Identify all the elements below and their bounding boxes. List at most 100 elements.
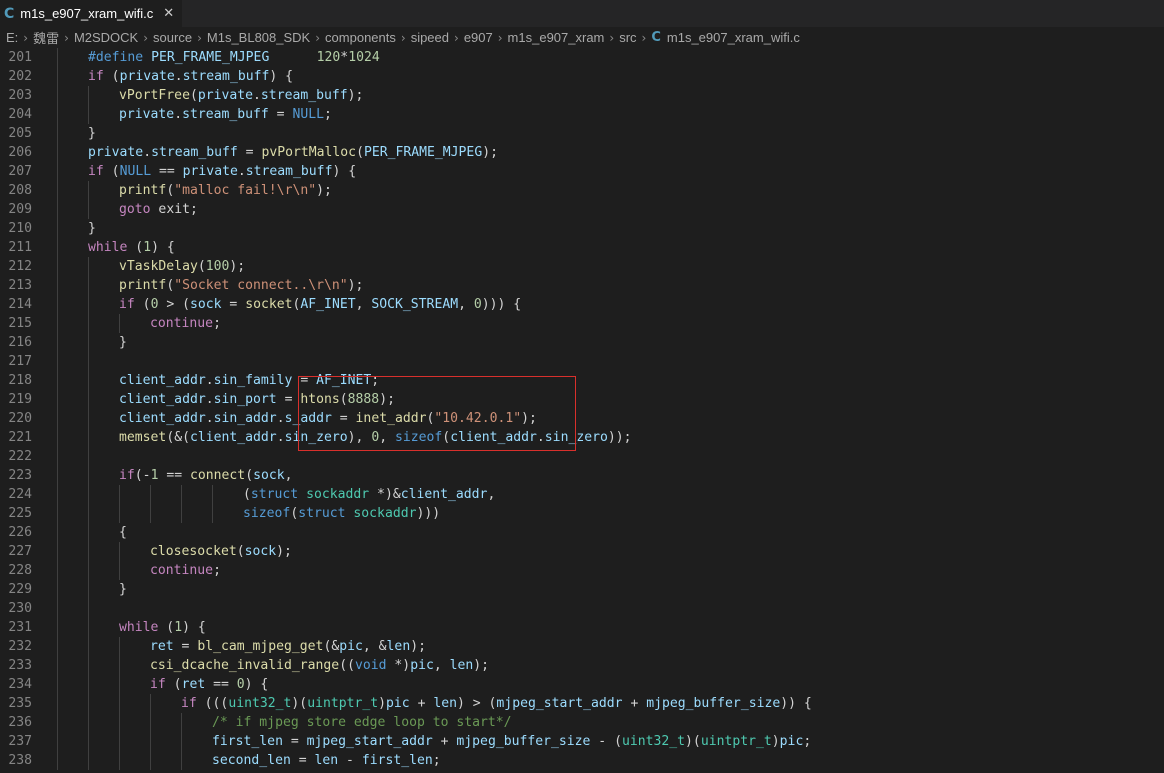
indent-guide — [88, 371, 89, 390]
code-token: } — [119, 335, 127, 350]
indent-guide — [150, 694, 151, 713]
code-line[interactable]: 204 private.stream_buff = NULL; — [0, 105, 1164, 124]
code-token: , & — [362, 639, 387, 654]
code-token: == — [151, 164, 183, 179]
code-token: ; — [432, 753, 441, 768]
code-token: - ( — [590, 734, 622, 749]
code-line[interactable]: 236 /* if mjpeg store edge loop to start*… — [0, 713, 1164, 732]
code-line[interactable]: 234 if (ret == 0) { — [0, 675, 1164, 694]
code-line[interactable]: 213 printf("Socket connect..\r\n"); — [0, 276, 1164, 295]
code-line[interactable]: 225 sizeof(struct sockaddr))) — [0, 504, 1164, 523]
code-line[interactable]: 208 printf("malloc fail!\r\n"); — [0, 181, 1164, 200]
breadcrumb-item[interactable]: m1s_e907_xram — [508, 30, 605, 45]
breadcrumb-item[interactable]: source — [153, 30, 192, 45]
line-number: 217 — [8, 354, 32, 369]
code-editor[interactable]: 201 #define PER_FRAME_MJPEG 120*1024 202 if… — [0, 48, 1164, 773]
code-line[interactable]: 216} — [0, 333, 1164, 352]
code-line[interactable]: 219 client_addr.sin_port = htons(8888); — [0, 390, 1164, 409]
code-line[interactable]: 203 vPortFree(private.stream_buff); — [0, 86, 1164, 105]
breadcrumb-item[interactable]: M2SDOCK — [74, 30, 138, 45]
code-line[interactable]: 224 (struct sockaddr *)&client_addr, — [0, 485, 1164, 504]
code-token: , — [487, 487, 496, 502]
breadcrumb-item[interactable]: 魏雷 — [33, 28, 59, 47]
code-line[interactable]: 221 memset(&(client_addr.sin_zero), 0, si… — [0, 428, 1164, 447]
line-number: 221 — [8, 430, 32, 445]
code-line[interactable]: 209 goto exit; — [0, 200, 1164, 219]
code-token: len — [314, 753, 339, 768]
indent-guide — [57, 561, 58, 580]
chevron-right-icon: › — [64, 30, 69, 45]
indent-guide — [150, 732, 151, 751]
code-line[interactable]: 206 private.stream_buff = pvPortMalloc(PE… — [0, 143, 1164, 162]
code-line[interactable]: 201 #define PER_FRAME_MJPEG 120*1024 — [0, 48, 1164, 67]
code-line[interactable]: 214 if (0 > (sock = socket(AF_INET, SOCK_… — [0, 295, 1164, 314]
code-line[interactable]: 222 — [0, 447, 1164, 466]
code-line[interactable]: 218 client_addr.sin_family = AF_INET; — [0, 371, 1164, 390]
code-line[interactable]: 237 first_len = mjpeg_start_addr + mjpeg_… — [0, 732, 1164, 751]
code-line[interactable]: 220 client_addr.sin_addr.s_addr = inet_ad… — [0, 409, 1164, 428]
code-token: 0 — [236, 677, 245, 692]
breadcrumb-item[interactable]: e907 — [464, 30, 493, 45]
code-line[interactable]: 233 csi_dcache_invalid_range((void *)pic,… — [0, 656, 1164, 675]
breadcrumb-item[interactable]: M1s_BL808_SDK — [207, 30, 310, 45]
tab-label: m1s_e907_xram_wifi.c — [20, 6, 154, 21]
code-line[interactable]: 212 vTaskDelay(100); — [0, 257, 1164, 276]
breadcrumb-item[interactable]: E: — [6, 30, 18, 45]
code-line[interactable]: 230 — [0, 599, 1164, 618]
code-token: exit; — [150, 202, 198, 217]
code-line[interactable]: 223 if(-1 == connect(sock, — [0, 466, 1164, 485]
code-token: stream_buff — [260, 88, 348, 103]
code-line[interactable]: 232 ret = bl_cam_mjpeg_get(&pic, &len); — [0, 637, 1164, 656]
code-token: , — [458, 297, 474, 312]
line-number: 223 — [8, 468, 32, 483]
indent-guide — [119, 561, 120, 580]
code-line[interactable]: 205} — [0, 124, 1164, 143]
code-text: if (ret == 0) { — [150, 675, 268, 694]
code-token: . — [205, 392, 214, 407]
code-token: client_addr — [119, 411, 206, 426]
code-line[interactable]: 227 closesocket(sock); — [0, 542, 1164, 561]
breadcrumb-file[interactable]: m1s_e907_xram_wifi.c — [667, 30, 800, 45]
code-text: printf("Socket connect..\r\n"); — [119, 276, 363, 295]
code-line[interactable]: 217 — [0, 352, 1164, 371]
code-token: ))) { — [481, 297, 522, 312]
code-line[interactable]: 202 if (private.stream_buff) { — [0, 67, 1164, 86]
code-line[interactable]: 235 if (((uint32_t)(uintptr_t)pic + len) … — [0, 694, 1164, 713]
close-icon[interactable]: ✕ — [163, 6, 174, 21]
code-token: if — [181, 696, 197, 711]
editor-tab[interactable]: C m1s_e907_xram_wifi.c ✕ — [0, 0, 184, 27]
line-number: 229 — [8, 582, 32, 597]
indent-guide — [88, 523, 89, 542]
code-token: * — [340, 50, 349, 65]
indent-guide — [119, 485, 120, 504]
indent-guide — [119, 732, 120, 751]
code-token: sin_zero — [284, 430, 348, 445]
breadcrumb-item[interactable]: src — [619, 30, 636, 45]
indent-guide — [57, 86, 58, 105]
code-line[interactable]: 215 continue; — [0, 314, 1164, 333]
breadcrumb-item[interactable]: components — [325, 30, 396, 45]
code-token: sock — [244, 544, 277, 559]
code-token: . — [536, 430, 545, 445]
code-line[interactable]: 207 if (NULL == private.stream_buff) { — [0, 162, 1164, 181]
code-token: ); — [316, 183, 332, 198]
indent-guide — [88, 181, 89, 200]
code-line[interactable]: 231 while (1) { — [0, 618, 1164, 637]
code-token: printf — [119, 183, 167, 198]
code-token: == — [205, 677, 237, 692]
code-token: NULL — [119, 164, 152, 179]
indent-guide — [119, 314, 120, 333]
indent-guide — [57, 390, 58, 409]
code-line[interactable]: 228 continue; — [0, 561, 1164, 580]
code-line[interactable]: 229} — [0, 580, 1164, 599]
code-line[interactable]: 211 while (1) { — [0, 238, 1164, 257]
code-line[interactable]: 226 { — [0, 523, 1164, 542]
code-token: , — [355, 297, 372, 312]
code-line[interactable]: 238 second_len = len - first_len; — [0, 751, 1164, 770]
code-token: ( — [339, 392, 348, 407]
code-token: )( — [685, 734, 701, 749]
breadcrumb-item[interactable]: sipeed — [411, 30, 449, 45]
code-line[interactable]: 210} — [0, 219, 1164, 238]
indent-guide — [57, 409, 58, 428]
code-token: *) — [386, 658, 411, 673]
